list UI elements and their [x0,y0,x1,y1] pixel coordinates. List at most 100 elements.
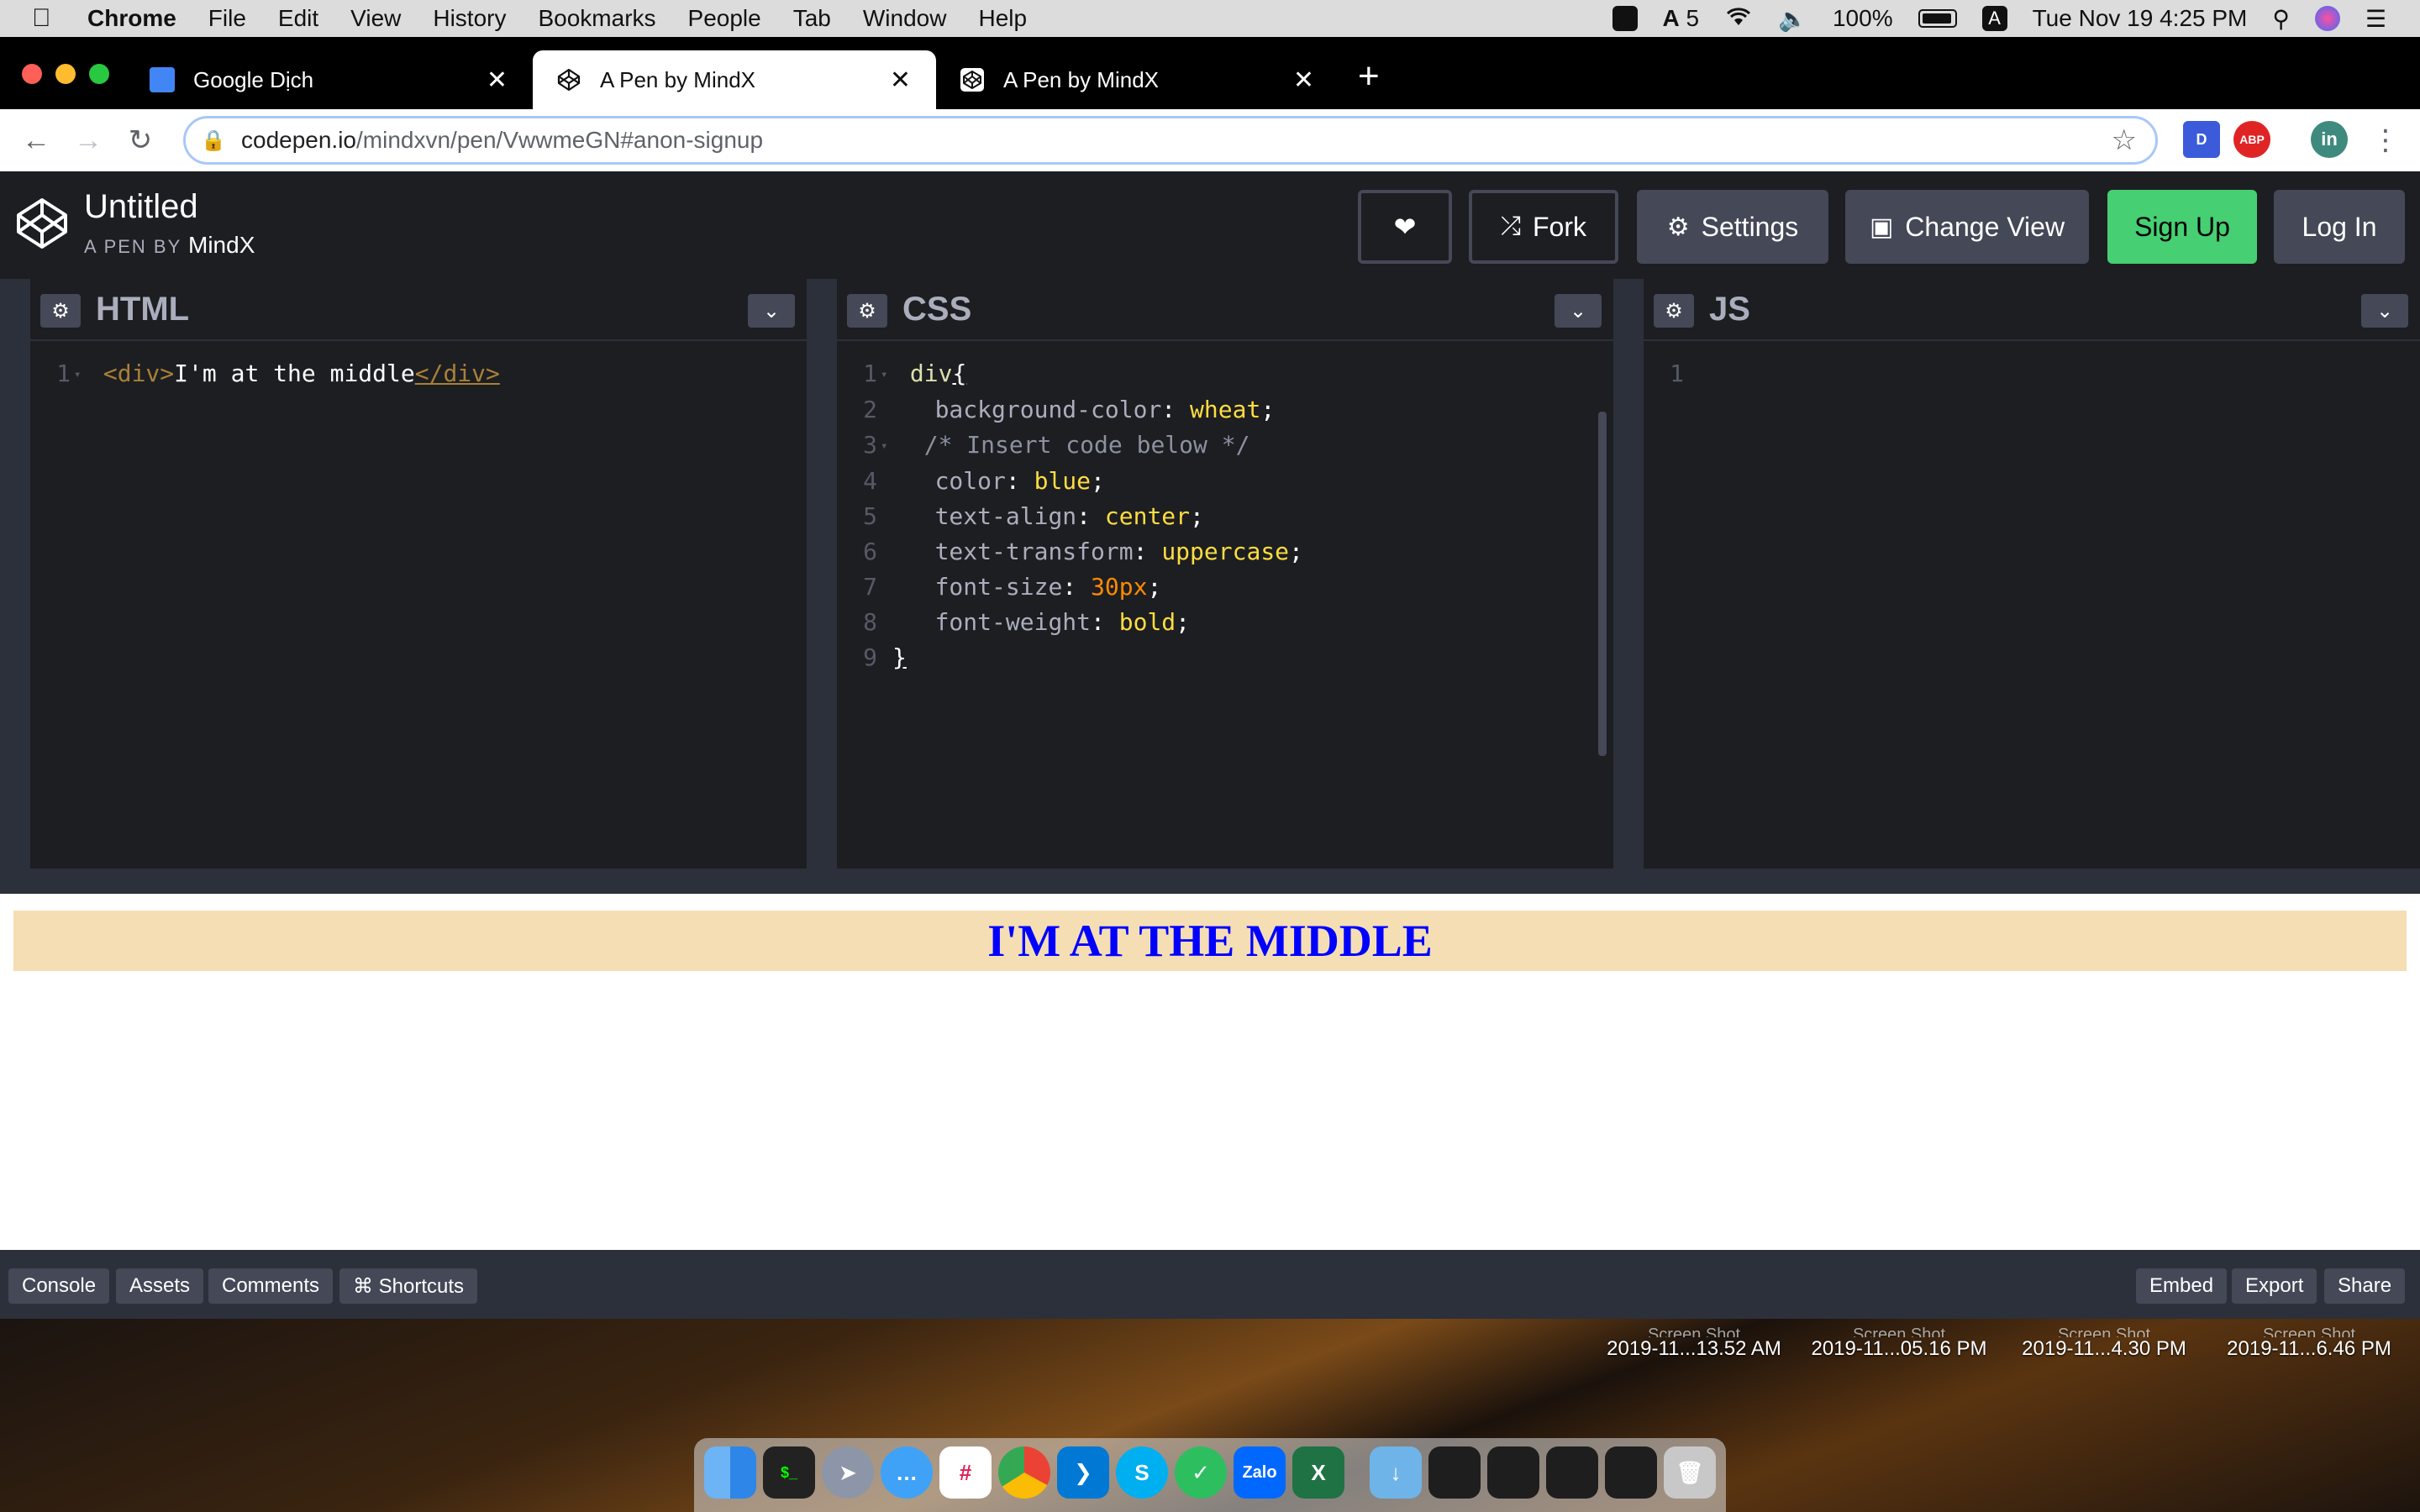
desktop-screenshot-file[interactable]: Screen Shot 2019-11...13.52 AM [1593,1326,1795,1361]
extension-d-icon[interactable]: D [2183,121,2220,158]
css-pane-dropdown-chevron-icon[interactable]: ⌄ [1555,294,1602,328]
js-pane-dropdown-chevron-icon[interactable]: ⌄ [2361,294,2408,328]
trash-icon[interactable]: 🗑 [1664,1446,1716,1499]
tab-google-translate[interactable]: Google Dịch ✕ [126,50,533,109]
menu-tab[interactable]: Tab [793,5,831,32]
menu-edit[interactable]: Edit [278,5,318,32]
lock-icon[interactable]: 🔒 [201,129,226,153]
js-code-editor[interactable]: 1 [1644,339,2420,869]
preview-resize-handle[interactable] [0,869,2420,894]
excel-icon[interactable]: X [1292,1446,1344,1499]
export-button[interactable]: Export [2232,1268,2317,1304]
assets-button[interactable]: Assets [116,1268,204,1304]
comments-button[interactable]: Comments [208,1268,334,1304]
html-code-editor[interactable]: 1 ▾ <div>I'm at the middle</div> [30,339,807,869]
pen-title[interactable]: Untitled [84,188,198,226]
skype-icon[interactable]: S [1116,1446,1168,1499]
spotlight-search-icon[interactable]: ⚲ [2272,5,2290,33]
datetime[interactable]: Tue Nov 19 4:25 PM [2033,5,2248,32]
reload-icon[interactable]: ↻ [114,123,166,157]
chrome-icon[interactable] [998,1446,1050,1499]
pane-resize-handle[interactable] [807,279,837,869]
vscode-icon[interactable]: ❯ [1057,1446,1109,1499]
pane-resize-handle[interactable] [1613,279,1644,869]
desktop-screenshot-file[interactable]: Screen Shot 2019-11...05.16 PM [1798,1326,2000,1361]
menu-view[interactable]: View [350,5,401,32]
desktop-screenshot-file[interactable]: Screen Shot 2019-11...6.46 PM [2208,1326,2410,1361]
html-settings-gear-icon[interactable]: ⚙ [40,294,81,328]
app-menu: Chrome File Edit View History Bookmarks … [87,5,1027,32]
shortcuts-button[interactable]: ⌘ Shortcuts [339,1268,478,1304]
finder-icon[interactable] [704,1446,756,1499]
menu-file[interactable]: File [208,5,246,32]
vscode-window-icon[interactable] [1605,1446,1657,1499]
wifi-icon[interactable] [1724,5,1753,33]
love-heart-button[interactable]: ❤ [1358,190,1452,264]
slack-icon[interactable]: # [939,1446,992,1499]
siri-icon[interactable] [2314,6,2340,31]
js-settings-gear-icon[interactable]: ⚙ [1654,294,1694,328]
console-button[interactable]: Console [8,1268,110,1304]
css-settings-gear-icon[interactable]: ⚙ [847,294,887,328]
close-window-button[interactable] [22,64,42,84]
tab-a-pen-by-mindx-active[interactable]: A Pen by MindX ✕ [533,50,936,109]
apple-menu-icon[interactable]:  [32,4,69,33]
menu-bookmarks[interactable]: Bookmarks [538,5,655,32]
menu-app-name[interactable]: Chrome [87,5,176,32]
bookmark-star-icon[interactable]: ☆ [2112,123,2137,157]
profile-avatar[interactable]: in [2311,121,2348,158]
tab-title: Google Dịch [193,66,314,92]
css-code[interactable]: 1 ▾ div{ 2 background-color: wheat; 3 ▾ /*… [837,356,1303,675]
menu-history[interactable]: History [433,5,506,32]
volume-icon[interactable]: 🔈 [1778,5,1807,33]
html-code[interactable]: 1 ▾ <div>I'm at the middle</div> [30,356,500,392]
input-source-icon[interactable]: A [1981,6,2007,31]
forward-arrow-icon[interactable]: → [62,124,114,157]
html-pane-dropdown-chevron-icon[interactable]: ⌄ [748,294,795,328]
address-bar[interactable]: 🔒 codepen.io/mindxvn/pen/VwwmeGN#anon-si… [183,116,2158,165]
menu-help[interactable]: Help [978,5,1027,32]
menu-people[interactable]: People [688,5,761,32]
menu-window[interactable]: Window [863,5,947,32]
vscode-window-icon[interactable] [1487,1446,1539,1499]
sign-up-button[interactable]: Sign Up [2107,190,2257,264]
battery-icon[interactable] [1918,9,1957,28]
chrome-menu-icon[interactable]: ⋮ [2360,123,2412,157]
vscode-window-icon[interactable] [1428,1446,1481,1499]
embed-button[interactable]: Embed [2136,1268,2228,1304]
change-view-button[interactable]: ▣ Change View [1845,190,2089,264]
fold-arrow-icon[interactable]: ▾ [74,357,89,392]
back-arrow-icon[interactable]: ← [10,124,62,157]
fold-arrow-icon[interactable]: ▾ [881,428,896,464]
css-code-editor[interactable]: 1 ▾ div{ 2 background-color: wheat; 3 ▾ /*… [837,339,1613,869]
desktop-screenshot-file[interactable]: Screen Shot 2019-11...4.30 PM [2003,1326,2205,1361]
js-code[interactable]: 1 [1644,356,1699,391]
fold-arrow-icon[interactable]: ▾ [881,357,896,392]
minimize-window-button[interactable] [55,64,76,84]
tab-a-pen-by-mindx[interactable]: A Pen by MindX ✕ [936,50,1339,109]
close-tab-icon[interactable]: ✕ [890,66,911,95]
terminal-icon[interactable]: $_ [763,1446,815,1499]
fork-button[interactable]: ⤮ Fork [1469,190,1618,264]
share-button[interactable]: Share [2324,1268,2406,1304]
codepen-logo-icon[interactable] [15,197,69,250]
launchpad-rocket-icon[interactable]: ➤ [822,1446,874,1499]
downloads-folder-icon[interactable]: ↓ [1370,1446,1422,1499]
messages-icon[interactable]: … [881,1446,933,1499]
pen-author[interactable]: MindX [188,232,255,258]
notification-count[interactable]: A 5 [1663,5,1700,32]
notification-center-icon[interactable]: ☰ [2365,5,2386,33]
css-editor-scrollbar[interactable] [1598,412,1607,756]
close-tab-icon[interactable]: ✕ [1293,66,1314,95]
settings-button[interactable]: ⚙ Settings [1637,190,1828,264]
css-property: font-size [934,573,1063,601]
check-status-icon[interactable] [1612,6,1638,31]
new-tab-plus-icon[interactable]: + [1358,55,1380,97]
evernote-icon[interactable]: ✓ [1175,1446,1227,1499]
zalo-icon[interactable]: Zalo [1234,1446,1286,1499]
zoom-window-button[interactable] [89,64,109,84]
adblock-plus-icon[interactable]: ABP [2233,121,2270,158]
log-in-button[interactable]: Log In [2274,190,2405,264]
close-tab-icon[interactable]: ✕ [487,66,508,95]
vscode-window-icon[interactable] [1546,1446,1598,1499]
